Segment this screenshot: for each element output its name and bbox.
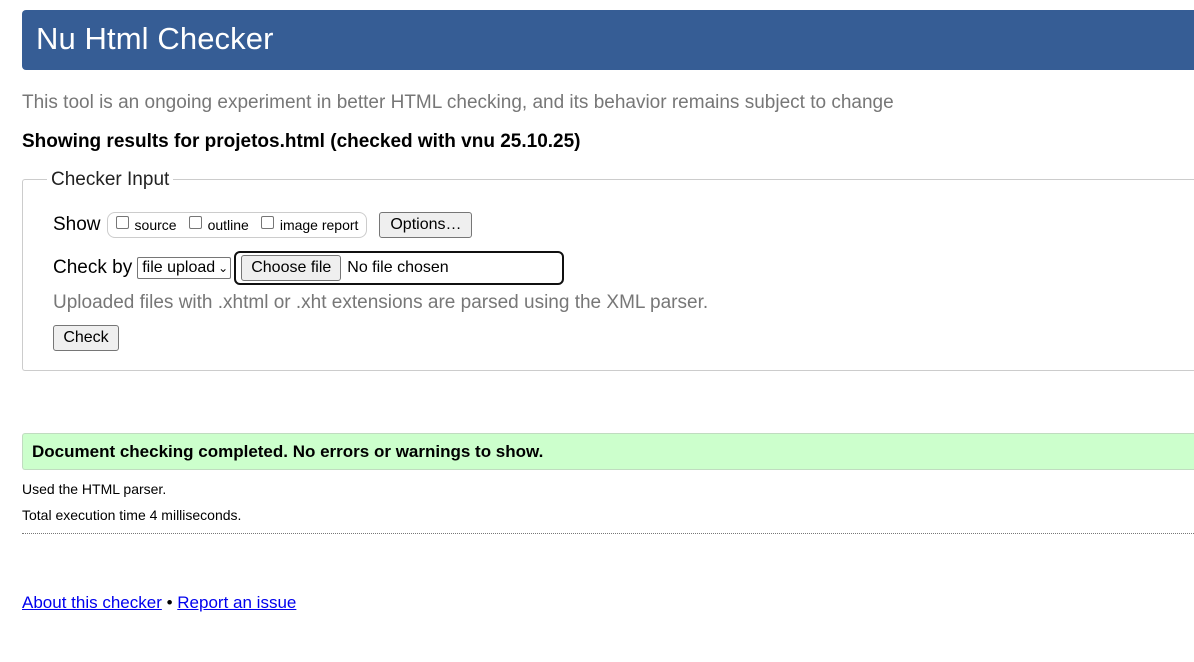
tool-description: This tool is an ongoing experiment in be… [22, 92, 894, 113]
show-row: Show source outline image report Options… [53, 211, 473, 239]
outline-option-label: outline [207, 217, 249, 233]
success-message: Document checking completed. No errors o… [32, 442, 544, 461]
header-bar: Nu Html Checker [22, 10, 1194, 70]
footer-links: About this checker • Report an issue [22, 593, 296, 613]
show-outline-option[interactable]: outline [188, 216, 249, 233]
report-issue-link[interactable]: Report an issue [177, 593, 296, 612]
footer-separator: • [166, 593, 173, 612]
page: Nu Html Checker This tool is an ongoing … [0, 0, 1194, 662]
parser-info: Used the HTML parser. [22, 481, 167, 497]
chevron-down-icon: ⌄ [218, 261, 229, 275]
show-options-group: source outline image report [106, 212, 368, 238]
choose-file-button[interactable]: Choose file [241, 255, 342, 281]
page-title: Nu Html Checker [36, 21, 274, 56]
checker-input-fieldset: Checker Input Show source outline image … [22, 168, 1194, 371]
details-divider [22, 533, 1194, 534]
check-by-label: Check by [53, 257, 133, 278]
show-label: Show [53, 214, 101, 235]
source-checkbox[interactable] [115, 216, 129, 229]
show-source-option[interactable]: source [115, 216, 177, 233]
check-by-select[interactable]: file upload ⌄ [137, 257, 232, 279]
outline-checkbox[interactable] [188, 216, 202, 229]
check-by-row: Check by file upload ⌄ Choose file No fi… [53, 250, 565, 286]
file-status-text: No file chosen [347, 259, 449, 276]
xml-parser-note: Uploaded files with .xhtml or .xht exten… [53, 292, 709, 313]
about-checker-link[interactable]: About this checker [22, 593, 162, 612]
show-image-report-option[interactable]: image report [260, 216, 359, 233]
checker-input-legend: Checker Input [47, 168, 174, 192]
results-heading: Showing results for projetos.html (check… [22, 131, 581, 152]
options-button[interactable]: Options… [379, 212, 473, 238]
check-button[interactable]: Check [53, 325, 119, 351]
success-message-box: Document checking completed. No errors o… [22, 433, 1194, 470]
image-report-option-label: image report [279, 217, 359, 233]
execution-time-info: Total execution time 4 milliseconds. [22, 507, 242, 523]
file-input[interactable]: Choose file No file chosen [234, 251, 565, 285]
image-report-checkbox[interactable] [260, 216, 274, 229]
source-option-label: source [134, 217, 177, 233]
check-by-selected-value: file upload [142, 259, 216, 276]
